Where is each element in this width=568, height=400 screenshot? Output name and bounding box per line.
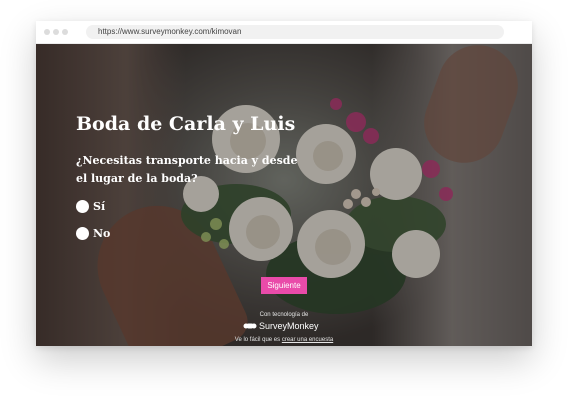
address-bar[interactable]: https://www.surveymonkey.com/kimovan: [86, 25, 504, 39]
photo-dark-overlay: [36, 44, 532, 346]
browser-toolbar: https://www.surveymonkey.com/kimovan: [36, 21, 532, 44]
window-maximize-dot-icon[interactable]: [62, 29, 68, 35]
option-label: No: [93, 227, 111, 240]
question-text: ¿Necesitas transporte hacia y desde el l…: [76, 154, 298, 185]
window-close-dot-icon[interactable]: [44, 29, 50, 35]
surveymonkey-logo-icon: [243, 323, 257, 329]
address-bar-url: https://www.surveymonkey.com/kimovan: [98, 27, 242, 36]
survey-title: Boda de Carla y Luis: [76, 113, 296, 135]
create-survey-link[interactable]: crear una encuesta: [282, 337, 333, 343]
survey-page: Boda de Carla y Luis ¿Necesitas transpor…: [36, 44, 532, 346]
brand-name: SurveyMonkey: [259, 321, 319, 331]
browser-window: https://www.surveymonkey.com/kimovan Bod…: [36, 21, 532, 346]
tagline: Ve lo fácil que es crear una encuesta: [36, 336, 532, 344]
radio-button[interactable]: [76, 227, 89, 240]
option-label: Sí: [93, 200, 106, 213]
radio-button[interactable]: [76, 200, 89, 213]
window-minimize-dot-icon[interactable]: [53, 29, 59, 35]
powered-by-text: Con tecnología de: [259, 312, 309, 318]
next-button[interactable]: Siguiente: [261, 277, 307, 294]
tagline-prefix: Ve lo fácil que es: [234, 337, 281, 343]
surveymonkey-brand[interactable]: SurveyMonkey: [243, 320, 325, 332]
